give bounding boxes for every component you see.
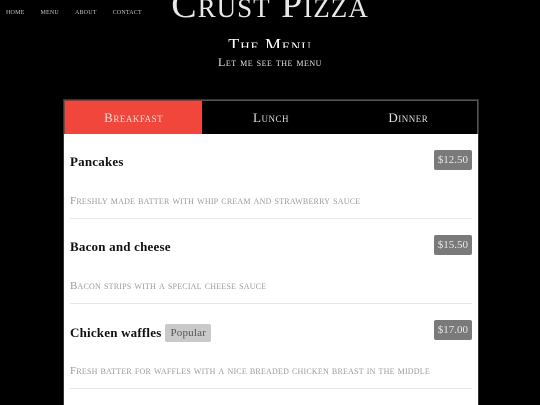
price-badge: $17.00 xyxy=(433,320,472,340)
menu-item-name-wrapper: Bacon and cheese xyxy=(70,239,171,255)
tab-lunch[interactable]: Lunch xyxy=(202,101,339,134)
section-heading: The Menu xyxy=(228,36,312,48)
menu-item-name-wrapper: Chicken waffles Popular xyxy=(70,324,212,342)
price-badge: $12.50 xyxy=(433,150,472,170)
section-subtitle: Let me see the menu xyxy=(218,55,322,69)
menu-card: Breakfast Lunch Dinner Pancakes $12.50 F… xyxy=(63,99,479,405)
menu-item-description: Bacon strips with a special cheese sauce xyxy=(70,280,267,292)
popular-badge: Popular xyxy=(165,324,212,342)
menu-item: Bacon and cheese $15.50 Bacon strips wit… xyxy=(70,219,472,304)
menu-items-list: Pancakes $12.50 Freshly made batter with… xyxy=(64,134,478,389)
menu-item-description: Freshly made batter with whip cream and … xyxy=(70,195,361,207)
menu-item-description: Fresh batter for waffles with a nice bre… xyxy=(70,365,430,377)
menu-item-name: Chicken waffles xyxy=(70,325,162,340)
page: home menu about contact Crust Pizza The … xyxy=(0,0,540,405)
menu-item-name: Pancakes xyxy=(70,154,124,169)
tab-dinner[interactable]: Dinner xyxy=(340,101,477,134)
tab-breakfast[interactable]: Breakfast xyxy=(65,101,203,134)
menu-item-name: Bacon and cheese xyxy=(70,239,171,254)
menu-tabs: Breakfast Lunch Dinner xyxy=(64,100,478,134)
menu-item: Pancakes $12.50 Freshly made batter with… xyxy=(70,134,472,219)
menu-item: Chicken waffles Popular $17.00 Fresh bat… xyxy=(70,304,472,389)
brand-title: Crust Pizza xyxy=(171,0,369,26)
menu-item-name-wrapper: Pancakes xyxy=(70,154,124,170)
price-badge: $15.50 xyxy=(433,235,472,255)
